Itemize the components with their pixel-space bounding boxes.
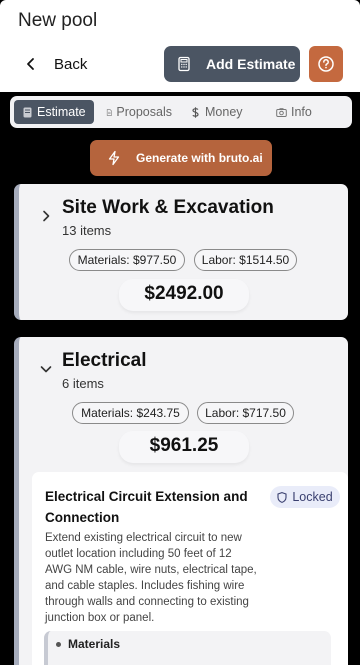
locked-badge: Locked <box>270 486 340 508</box>
materials-label: Materials <box>68 637 121 651</box>
tab-proposals[interactable]: Proposals <box>98 100 180 124</box>
camera-icon <box>276 107 287 117</box>
chevron-left-icon <box>27 58 34 70</box>
section-item-count: 13 items <box>62 223 112 238</box>
tab-label: Estimate <box>37 105 86 119</box>
file-icon <box>106 108 112 116</box>
chevron-right-icon[interactable] <box>39 209 53 223</box>
tab-label: Money <box>205 105 243 119</box>
materials-pill: Materials: $243.75 <box>72 402 189 424</box>
materials-subsection[interactable]: Materials <box>44 631 331 665</box>
app-header: New pool Back Add Estimate <box>0 0 360 92</box>
tab-estimate[interactable]: Estimate <box>14 100 94 124</box>
dollar-icon <box>192 106 199 118</box>
tab-money[interactable]: Money <box>182 100 262 124</box>
line-item-title: Electrical Circuit Extension and Connect… <box>45 489 248 525</box>
add-estimate-button[interactable]: Add Estimate <box>164 46 300 82</box>
generate-label: Generate with bruto.ai <box>136 151 263 165</box>
labor-pill: Labor: $1514.50 <box>194 249 297 271</box>
locked-label: Locked <box>292 490 333 504</box>
tab-label: Proposals <box>116 105 172 119</box>
page-title: New pool <box>18 10 98 31</box>
help-button[interactable] <box>309 46 343 82</box>
document-icon <box>23 107 32 117</box>
section-total: $961.25 <box>119 431 249 463</box>
section-item-count: 6 items <box>62 376 104 391</box>
lightning-icon <box>108 150 120 166</box>
back-button[interactable]: Back <box>24 50 87 78</box>
line-item-description: Extend existing electrical circuit to ne… <box>45 532 257 624</box>
line-item-card[interactable]: Electrical Circuit Extension and Connect… <box>32 472 348 665</box>
add-estimate-label: Add Estimate <box>206 56 296 72</box>
tab-bar: Estimate Proposals Money Info <box>10 96 352 128</box>
labor-pill: Labor: $717.50 <box>197 402 294 424</box>
calculator-icon <box>178 56 190 72</box>
section-card-site-work[interactable]: Site Work & Excavation 13 items Material… <box>14 184 348 320</box>
tab-info[interactable]: Info <box>268 100 348 124</box>
section-title: Electrical <box>62 350 147 371</box>
section-title: Site Work & Excavation <box>62 197 274 218</box>
section-total: $2492.00 <box>119 279 249 311</box>
chevron-down-icon[interactable] <box>39 362 53 376</box>
section-card-electrical[interactable]: Electrical 6 items Materials: $243.75 La… <box>14 337 348 665</box>
tab-label: Info <box>291 105 312 119</box>
bullet-icon <box>56 642 61 647</box>
materials-pill: Materials: $977.50 <box>69 249 185 271</box>
back-label: Back <box>54 55 88 73</box>
question-circle-icon <box>318 56 334 72</box>
shield-icon <box>277 491 287 503</box>
generate-ai-button[interactable]: Generate with bruto.ai <box>90 140 272 176</box>
